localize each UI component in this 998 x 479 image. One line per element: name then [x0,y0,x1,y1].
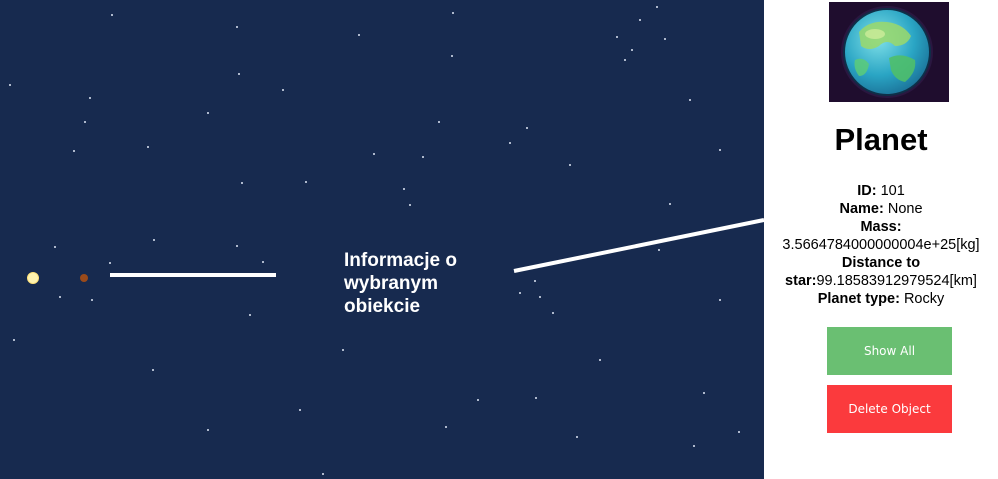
distance-value: 99.18583912979524[km] [816,273,977,289]
mass-value: 3.5664784000000004e+25[kg] [782,237,980,253]
annotation-label: Informacje o wybranym obiekcie [344,249,494,318]
background-star [147,146,149,148]
background-star [624,59,626,61]
background-star [305,181,307,183]
background-star [13,339,15,341]
selected-planet[interactable] [80,274,88,282]
background-star [599,359,601,361]
background-star [403,188,405,190]
background-star [569,164,571,166]
background-star [91,299,93,301]
sun[interactable] [27,272,39,284]
show-all-button[interactable]: Show All [827,327,952,375]
planet-type-value: Rocky [899,291,945,307]
background-star [153,239,155,241]
background-star [236,26,238,28]
background-star [703,392,705,394]
background-star [664,38,666,40]
background-star [238,73,240,75]
object-title: Planet [834,122,928,157]
background-star [111,14,113,16]
background-star [519,292,521,294]
name-label: Name: [839,201,884,217]
mass-label: Mass: [860,219,902,235]
pointer-line-right [513,218,764,273]
background-star [422,156,424,158]
background-star [656,6,658,8]
background-star [552,312,554,314]
id-value: 101 [876,183,905,199]
background-star [669,203,671,205]
background-star [299,409,301,411]
background-star [73,150,75,152]
space-canvas[interactable]: Informacje o wybranym obiekcie [0,0,764,479]
background-star [719,149,721,151]
background-star [342,349,344,351]
object-info-panel: Planet ID: 101 Name: None Mass: 3.5664784… [764,0,998,479]
background-star [509,142,511,144]
background-star [207,429,209,431]
planet-type-label: Planet type: [817,291,900,307]
background-star [477,399,479,401]
background-star [658,249,660,251]
background-star [59,296,61,298]
background-star [438,121,440,123]
background-star [693,445,695,447]
annotation-line-1: Informacje o [344,250,457,271]
space-scene [9,6,764,475]
background-star [452,12,454,14]
background-star [639,19,641,21]
background-star [534,280,536,282]
name-row: Name: None [764,200,998,218]
planet-thumbnail [829,2,949,102]
background-star [207,112,209,114]
background-star [249,314,251,316]
background-star [451,55,453,57]
background-star [236,245,238,247]
background-star [241,182,243,184]
background-star [738,431,740,433]
background-star [616,36,618,38]
background-star [719,299,721,301]
planet-type-row: Planet type: Rocky [764,290,998,308]
background-star [358,34,360,36]
background-star [445,426,447,428]
name-value: None [883,201,923,217]
background-star [631,49,633,51]
mass-row: Mass: 3.5664784000000004e+25[kg] [764,218,998,254]
id-row: ID: 101 [764,182,998,200]
annotation-line-3: obiekcie [344,296,421,317]
background-star [109,262,111,264]
background-stars [9,6,740,475]
background-star [373,153,375,155]
background-star [539,296,541,298]
distance-row: Distance to star:99.18583912979524[km] [764,254,998,290]
background-star [54,246,56,248]
delete-object-button[interactable]: Delete Object [827,385,952,433]
background-star [689,99,691,101]
id-label: ID: [857,183,877,199]
background-star [409,204,411,206]
annotation-line-2: wybranym [344,273,438,294]
background-star [262,261,264,263]
planet-icon [841,6,933,98]
background-star [89,97,91,99]
background-star [322,473,324,475]
background-star [9,84,11,86]
background-star [576,436,578,438]
background-star [282,89,284,91]
background-star [84,121,86,123]
background-star [535,397,537,399]
object-details: ID: 101 Name: None Mass: 3.56647840000000… [764,182,998,308]
background-star [526,127,528,129]
background-star [152,369,154,371]
